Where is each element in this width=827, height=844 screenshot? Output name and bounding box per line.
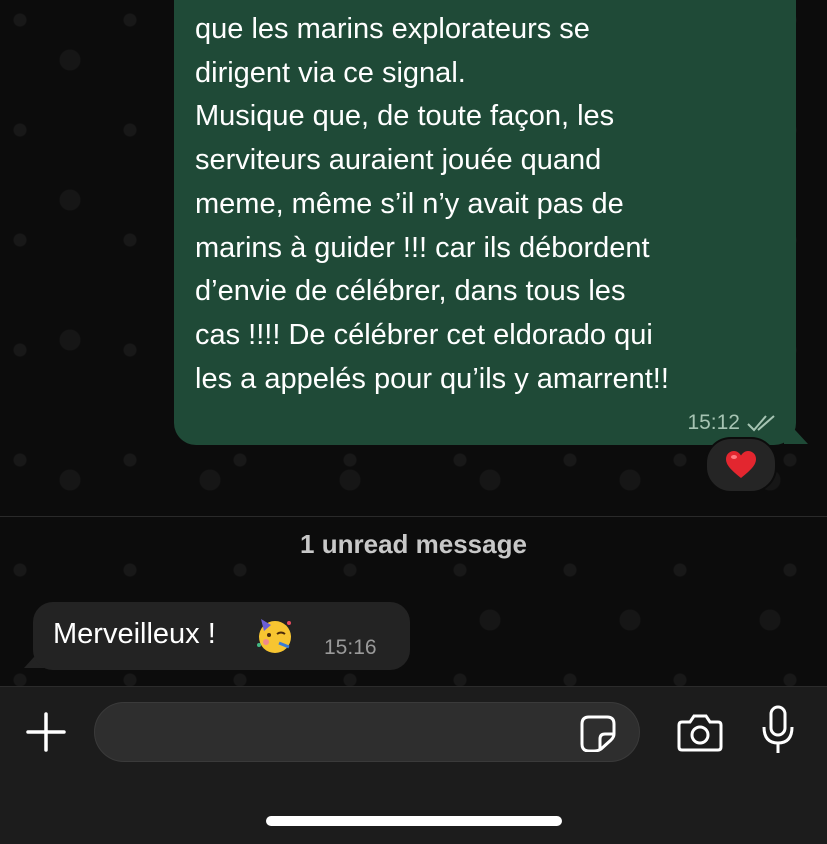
outgoing-message-bubble[interactable]: que les marins explorateurs se dirigent … xyxy=(174,0,796,445)
chat-area: que les marins explorateurs se dirigent … xyxy=(0,0,827,686)
message-input-box[interactable] xyxy=(94,702,640,762)
incoming-message-bubble[interactable]: Merveilleux ! 15:16 xyxy=(33,602,410,670)
microphone-icon[interactable] xyxy=(760,705,796,755)
heart-icon xyxy=(726,451,756,478)
sticker-icon[interactable] xyxy=(578,714,618,753)
message-input[interactable] xyxy=(115,715,579,751)
outgoing-message-text: que les marins explorateurs se dirigent … xyxy=(195,13,669,395)
outgoing-bubble-tail xyxy=(784,418,808,444)
partying-face-emoji-icon xyxy=(257,619,291,653)
camera-icon[interactable] xyxy=(676,710,724,754)
reaction-badge[interactable] xyxy=(705,437,777,493)
outgoing-message-time: 15:12 xyxy=(687,411,740,434)
incoming-message-text: Merveilleux ! xyxy=(53,618,216,650)
home-indicator xyxy=(266,816,562,826)
unread-messages-divider: 1 unread message xyxy=(300,529,527,559)
incoming-message-time: 15:16 xyxy=(324,636,377,659)
double-check-icon xyxy=(746,413,778,433)
plus-icon[interactable] xyxy=(26,712,66,752)
unread-divider-line xyxy=(0,516,827,517)
outgoing-message-meta: 15:12 xyxy=(687,411,778,435)
